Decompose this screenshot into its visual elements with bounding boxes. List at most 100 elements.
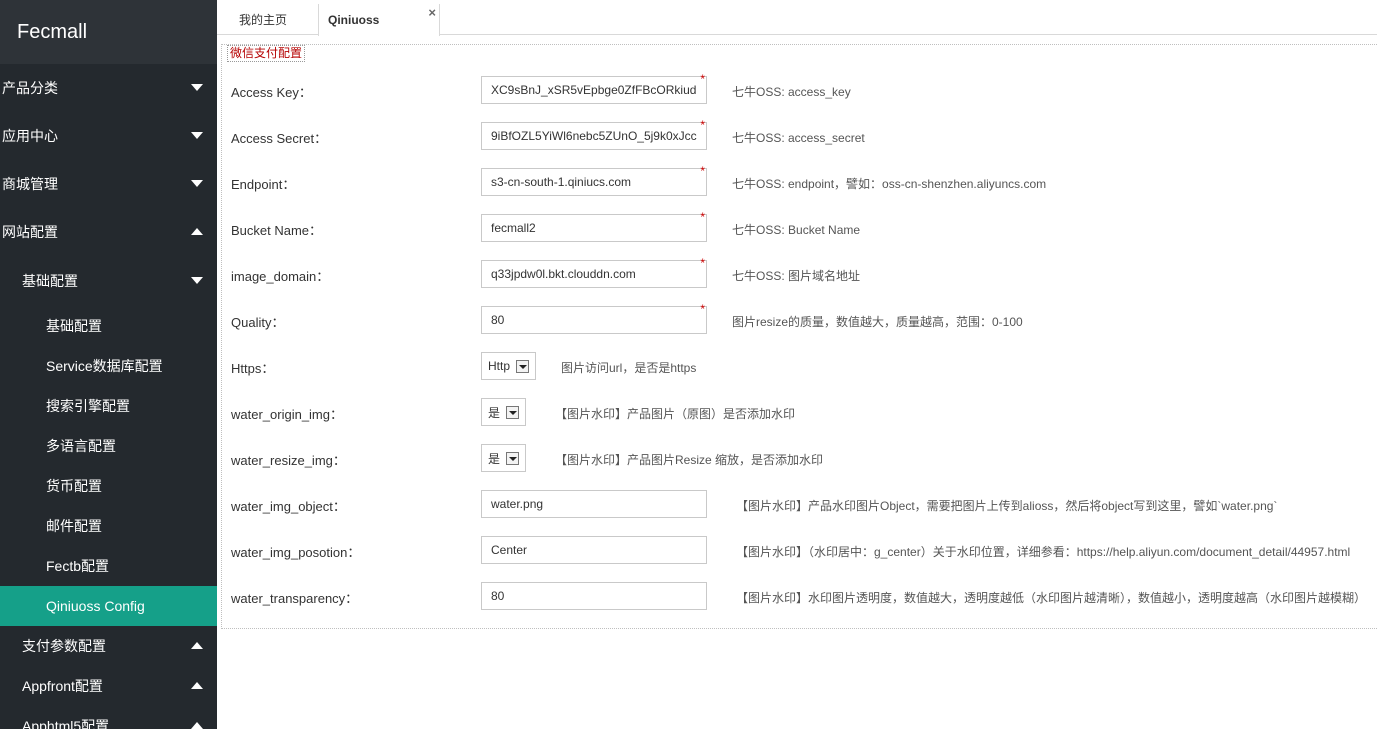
field-hint: 七牛OSS: access_key <box>732 85 851 99</box>
brand-logo[interactable]: Fecmall <box>0 0 217 64</box>
field-wrap: * <box>481 256 707 288</box>
submenu-group-appfront-config[interactable]: Appfront配置 <box>0 666 217 706</box>
field-wrap: * <box>481 118 707 150</box>
field-label: water_img_object： <box>231 499 346 514</box>
field-wrap <box>481 582 707 610</box>
caret-down-icon <box>191 84 203 91</box>
submenu-group-label: Appfront配置 <box>22 678 103 694</box>
submenu-item-currency[interactable]: 货币配置 <box>0 466 217 506</box>
caret-up-icon <box>191 682 203 689</box>
submenu-item-language[interactable]: 多语言配置 <box>0 426 217 466</box>
form-row-water-img-object: water_img_object： 【图片水印】产品水印图片Object，需要把… <box>231 490 1371 518</box>
submenu-item-qiniuoss[interactable]: Qiniuoss Config <box>0 586 217 626</box>
submenu-item-search-engine[interactable]: 搜索引擎配置 <box>0 386 217 426</box>
form-row-bucket-name: Bucket Name： * 七牛OSS: Bucket Name <box>231 210 1371 242</box>
close-icon[interactable]: × <box>428 5 436 20</box>
caret-up-icon <box>191 228 203 235</box>
field-wrap: * <box>481 210 707 242</box>
form-row-access-secret: Access Secret： * 七牛OSS: access_secret <box>231 118 1371 150</box>
required-mark: * <box>700 164 705 178</box>
menu-item-product-category[interactable]: 产品分类 <box>0 64 217 112</box>
submenu-item-fectb[interactable]: Fectb配置 <box>0 546 217 586</box>
submenu-group-apphtml5-config[interactable]: Apphtml5配置 <box>0 706 217 729</box>
menu-item-site-config[interactable]: 网站配置 <box>0 208 217 256</box>
field-hint: 图片resize的质量，数值越大，质量越高，范围：0-100 <box>732 315 1023 329</box>
field-label: Quality： <box>231 315 285 330</box>
menu-item-app-center[interactable]: 应用中心 <box>0 112 217 160</box>
form-row-water-resize-img: water_resize_img： 是 【图片水印】产品图片Resize 缩放，… <box>231 444 1371 472</box>
select-value: 是 <box>488 405 501 420</box>
field-wrap <box>481 490 707 518</box>
select-value: Http <box>488 359 511 373</box>
required-mark: * <box>700 118 705 132</box>
required-mark: * <box>700 210 705 224</box>
menu-item-label: 产品分类 <box>2 80 58 96</box>
field-wrap <box>481 536 707 564</box>
field-wrap: * <box>481 72 707 104</box>
image-domain-input[interactable] <box>481 260 707 288</box>
field-label: Bucket Name： <box>231 223 323 238</box>
form-row-endpoint: Endpoint： * 七牛OSS: endpoint，譬如：oss-cn-sh… <box>231 164 1371 196</box>
dropdown-arrow-icon <box>506 451 520 465</box>
field-label: water_resize_img： <box>231 453 346 468</box>
field-wrap: * <box>481 164 707 196</box>
field-wrap: * <box>481 302 707 334</box>
access-secret-input[interactable] <box>481 122 707 150</box>
field-label: water_origin_img： <box>231 407 343 422</box>
field-hint: 【图片水印】（水印居中：g_center）关于水印位置，详细参看：https:/… <box>736 545 1351 559</box>
water-transparency-input[interactable] <box>481 582 707 610</box>
submenu-item-service-db[interactable]: Service数据库配置 <box>0 346 217 386</box>
field-label: Endpoint： <box>231 177 296 192</box>
submenu-item-label: Service数据库配置 <box>46 358 163 374</box>
submenu-item-label: Fectb配置 <box>46 558 110 574</box>
required-mark: * <box>700 302 705 316</box>
tab-home[interactable]: 我的主页 <box>217 4 318 35</box>
endpoint-input[interactable] <box>481 168 707 196</box>
form-row-water-img-position: water_img_posotion： 【图片水印】（水印居中：g_center… <box>231 536 1371 564</box>
menu-item-label: 应用中心 <box>2 128 58 144</box>
quality-input[interactable] <box>481 306 707 334</box>
submenu-group-label: 支付参数配置 <box>22 638 106 654</box>
required-mark: * <box>700 256 705 270</box>
submenu-item-label: 基础配置 <box>46 318 102 334</box>
menu-item-label: 网站配置 <box>2 224 58 240</box>
water-origin-img-select[interactable]: 是 <box>481 398 527 426</box>
https-select[interactable]: Http <box>481 352 537 380</box>
field-hint: 七牛OSS: access_secret <box>732 131 865 145</box>
field-label: water_img_posotion： <box>231 545 361 560</box>
form-row-access-key: Access Key： * 七牛OSS: access_key <box>231 72 1371 104</box>
tab-label: Qiniuoss <box>328 13 380 27</box>
submenu-item-label: 搜索引擎配置 <box>46 398 130 414</box>
submenu-group-basic-config[interactable]: 基础配置 <box>0 256 217 306</box>
tab-label: 我的主页 <box>239 13 288 27</box>
dropdown-arrow-icon <box>516 359 530 373</box>
submenu-item-label: 货币配置 <box>46 478 102 494</box>
select-value: 是 <box>488 451 501 466</box>
submenu-item-email[interactable]: 邮件配置 <box>0 506 217 546</box>
submenu-group-payment-config[interactable]: 支付参数配置 <box>0 626 217 666</box>
field-hint: 【图片水印】产品图片（原图）是否添加水印 <box>555 407 796 421</box>
menu-item-label: 商城管理 <box>2 176 58 192</box>
submenu-item-label: 多语言配置 <box>46 438 116 454</box>
form-row-water-transparency: water_transparency： 【图片水印】水印图片透明度，数值越大，透… <box>231 582 1371 610</box>
water-img-position-input[interactable] <box>481 536 707 564</box>
sidebar: Fecmall 产品分类 应用中心 商城管理 网站配置 基础配置 基础配置 Se… <box>0 0 217 729</box>
tab-qiniuoss[interactable]: Qiniuoss × <box>318 4 440 36</box>
field-hint: 【图片水印】水印图片透明度，数值越大，透明度越低（水印图片越清晰），数值越小，透… <box>736 591 1367 605</box>
form-row-quality: Quality： * 图片resize的质量，数值越大，质量越高，范围：0-10… <box>231 302 1371 334</box>
submenu-group-label: 基础配置 <box>22 273 78 289</box>
submenu-item-basic-config[interactable]: 基础配置 <box>0 306 217 346</box>
caret-up-icon <box>191 722 203 729</box>
submenu-item-label: 邮件配置 <box>46 518 102 534</box>
water-img-object-input[interactable] <box>481 490 707 518</box>
form-row-water-origin-img: water_origin_img： 是 【图片水印】产品图片（原图）是否添加水印 <box>231 398 1371 426</box>
field-label: water_transparency： <box>231 591 359 606</box>
water-resize-img-select[interactable]: 是 <box>481 444 527 472</box>
bucket-name-input[interactable] <box>481 214 707 242</box>
field-hint: 【图片水印】产品图片Resize 缩放，是否添加水印 <box>555 453 824 467</box>
field-hint: 七牛OSS: endpoint，譬如：oss-cn-shenzhen.aliyu… <box>732 177 1047 191</box>
panel-legend: 微信支付配置 <box>227 45 306 62</box>
menu-item-mall-management[interactable]: 商城管理 <box>0 160 217 208</box>
access-key-input[interactable] <box>481 76 707 104</box>
field-label: Https： <box>231 361 275 376</box>
